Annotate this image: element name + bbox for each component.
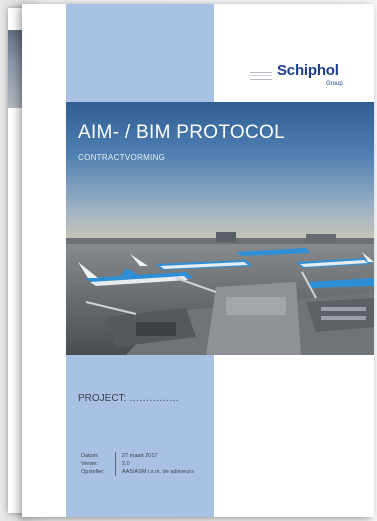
- logo-tagline: Group: [326, 81, 343, 87]
- logo-wordmark: Schiphol: [277, 62, 339, 79]
- document-title: AIM- / BIM PROTOCOL: [78, 122, 285, 143]
- logo-lines-icon: [250, 72, 272, 80]
- document-subtitle: CONTRACTVORMING: [78, 153, 166, 162]
- document-metadata: Datum: 27 maart 2017 Versie: 2.0 Opstell…: [81, 452, 194, 476]
- meta-value: 27 maart 2017: [122, 453, 158, 459]
- project-line: PROJECT: ……………: [78, 393, 180, 404]
- meta-row-author: Opsteller: AAS/ASM i.s.m. de adviseurs: [81, 468, 194, 476]
- meta-value: 2.0: [122, 461, 130, 467]
- metadata-divider: [115, 452, 116, 476]
- meta-value: AAS/ASM i.s.m. de adviseurs: [122, 469, 194, 475]
- schiphol-logo: Schiphol Group: [242, 62, 352, 92]
- meta-row-version: Versie: 2.0: [81, 460, 194, 468]
- meta-row-date: Datum: 27 maart 2017: [81, 452, 194, 460]
- cover-page: Schiphol Group AIM- / BIM PROTOCOL CONTR…: [22, 4, 374, 517]
